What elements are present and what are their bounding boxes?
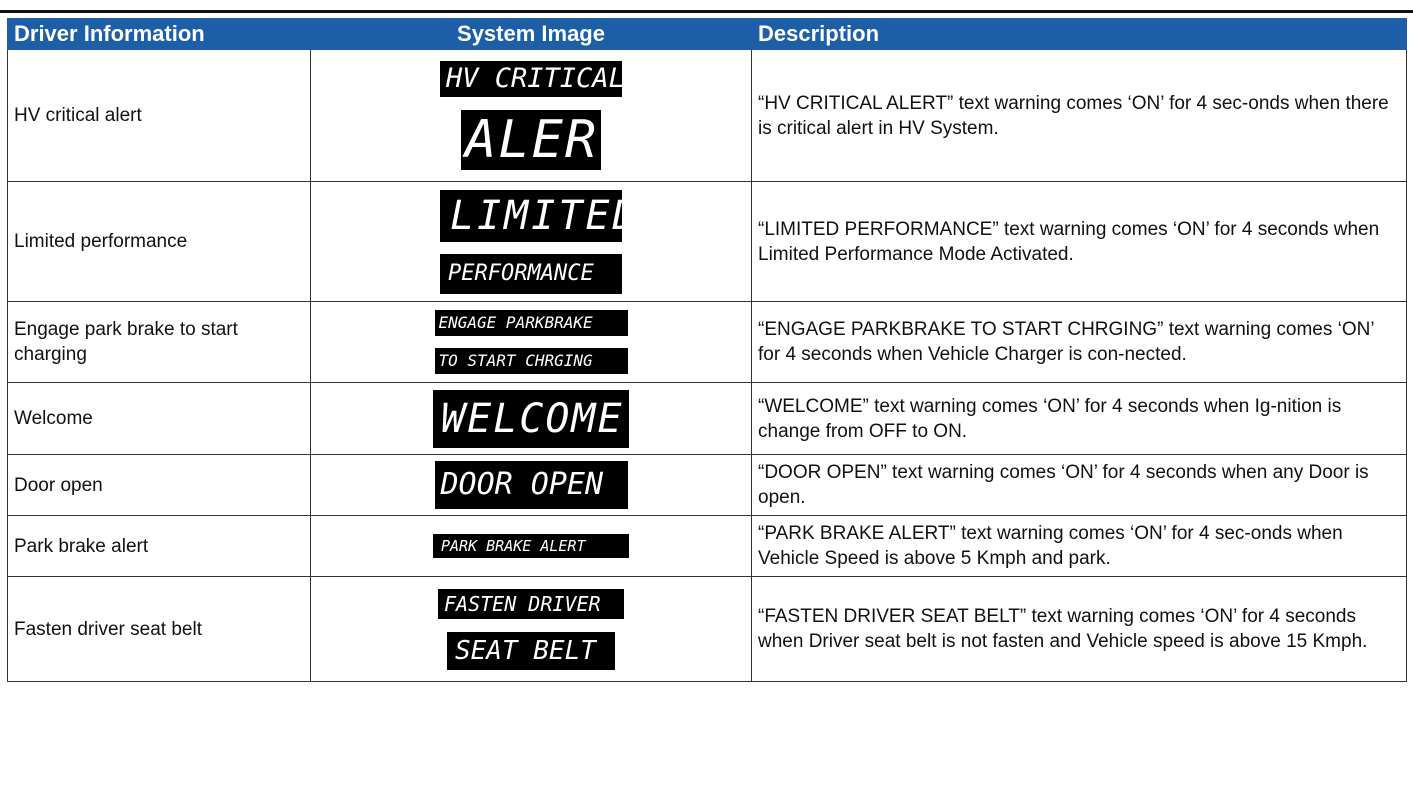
lcd-display: FASTEN DRIVER [438,588,624,619]
table-row: Door open DOOR OPEN “DOOR OPEN” text war… [7,454,1407,516]
description-cell: “WELCOME” text warning comes ‘ON’ for 4 … [751,382,1407,455]
system-image-cell: FASTEN DRIVER SEAT BELT [310,576,752,682]
lcd-display: PERFORMANCE [440,253,622,294]
description-cell: “HV CRITICAL ALERT” text warning comes ‘… [751,49,1407,182]
driver-info-cell: HV critical alert [7,49,311,182]
lcd-display: ENGAGE PARKBRAKE [434,310,628,336]
system-image-cell: DOOR OPEN [310,454,752,516]
driver-info-cell: Welcome [7,382,311,455]
description-cell: “LIMITED PERFORMANCE” text warning comes… [751,181,1407,302]
description-cell: “ENGAGE PARKBRAKE TO START CHRGING” text… [751,301,1407,383]
lcd-display: SEAT BELT [447,631,615,670]
header-row: Driver Information System Image Descript… [7,18,1407,50]
header-driver-information: Driver Information [7,18,311,50]
description-cell: “PARK BRAKE ALERT” text warning comes ‘O… [751,515,1407,577]
driver-info-cell: Park brake alert [7,515,311,577]
lcd-display: HV CRITICAL [440,61,625,97]
table-row: Engage park brake to start charging ENGA… [7,301,1407,383]
lcd-display: WELCOME [433,389,629,448]
table-row: HV critical alert HV CRITICAL ALERT “HV … [7,49,1407,182]
top-rule [0,10,1413,13]
driver-info-cell: Limited performance [7,181,311,302]
header-system-image: System Image [310,18,752,50]
lcd-display: LIMITED [440,189,637,242]
driver-info-cell: Engage park brake to start charging [7,301,311,383]
lcd-display: DOOR OPEN [434,461,628,509]
driver-info-cell: Door open [7,454,311,516]
table-row: Limited performance LIMITED PERFORMANCE … [7,181,1407,302]
table-row: Fasten driver seat belt FASTEN DRIVER SE… [7,576,1407,682]
system-image-cell: PARK BRAKE ALERT [310,515,752,577]
system-image-cell: ENGAGE PARKBRAKE TO START CHRGING [310,301,752,383]
driver-info-cell: Fasten driver seat belt [7,576,311,682]
driver-information-table: Driver Information System Image Descript… [7,18,1407,682]
system-image-cell: LIMITED PERFORMANCE [310,181,752,302]
system-image-cell: WELCOME [310,382,752,455]
lcd-display: ALERT [461,110,630,170]
header-description: Description [751,18,1407,50]
description-cell: “FASTEN DRIVER SEAT BELT” text warning c… [751,576,1407,682]
lcd-display: PARK BRAKE ALERT [433,534,629,558]
table-row: Welcome WELCOME “WELCOME” text warning c… [7,382,1407,455]
lcd-display: TO START CHRGING [434,348,628,374]
system-image-cell: HV CRITICAL ALERT [310,49,752,182]
table-row: Park brake alert PARK BRAKE ALERT “PARK … [7,515,1407,577]
description-cell: “DOOR OPEN” text warning comes ‘ON’ for … [751,454,1407,516]
